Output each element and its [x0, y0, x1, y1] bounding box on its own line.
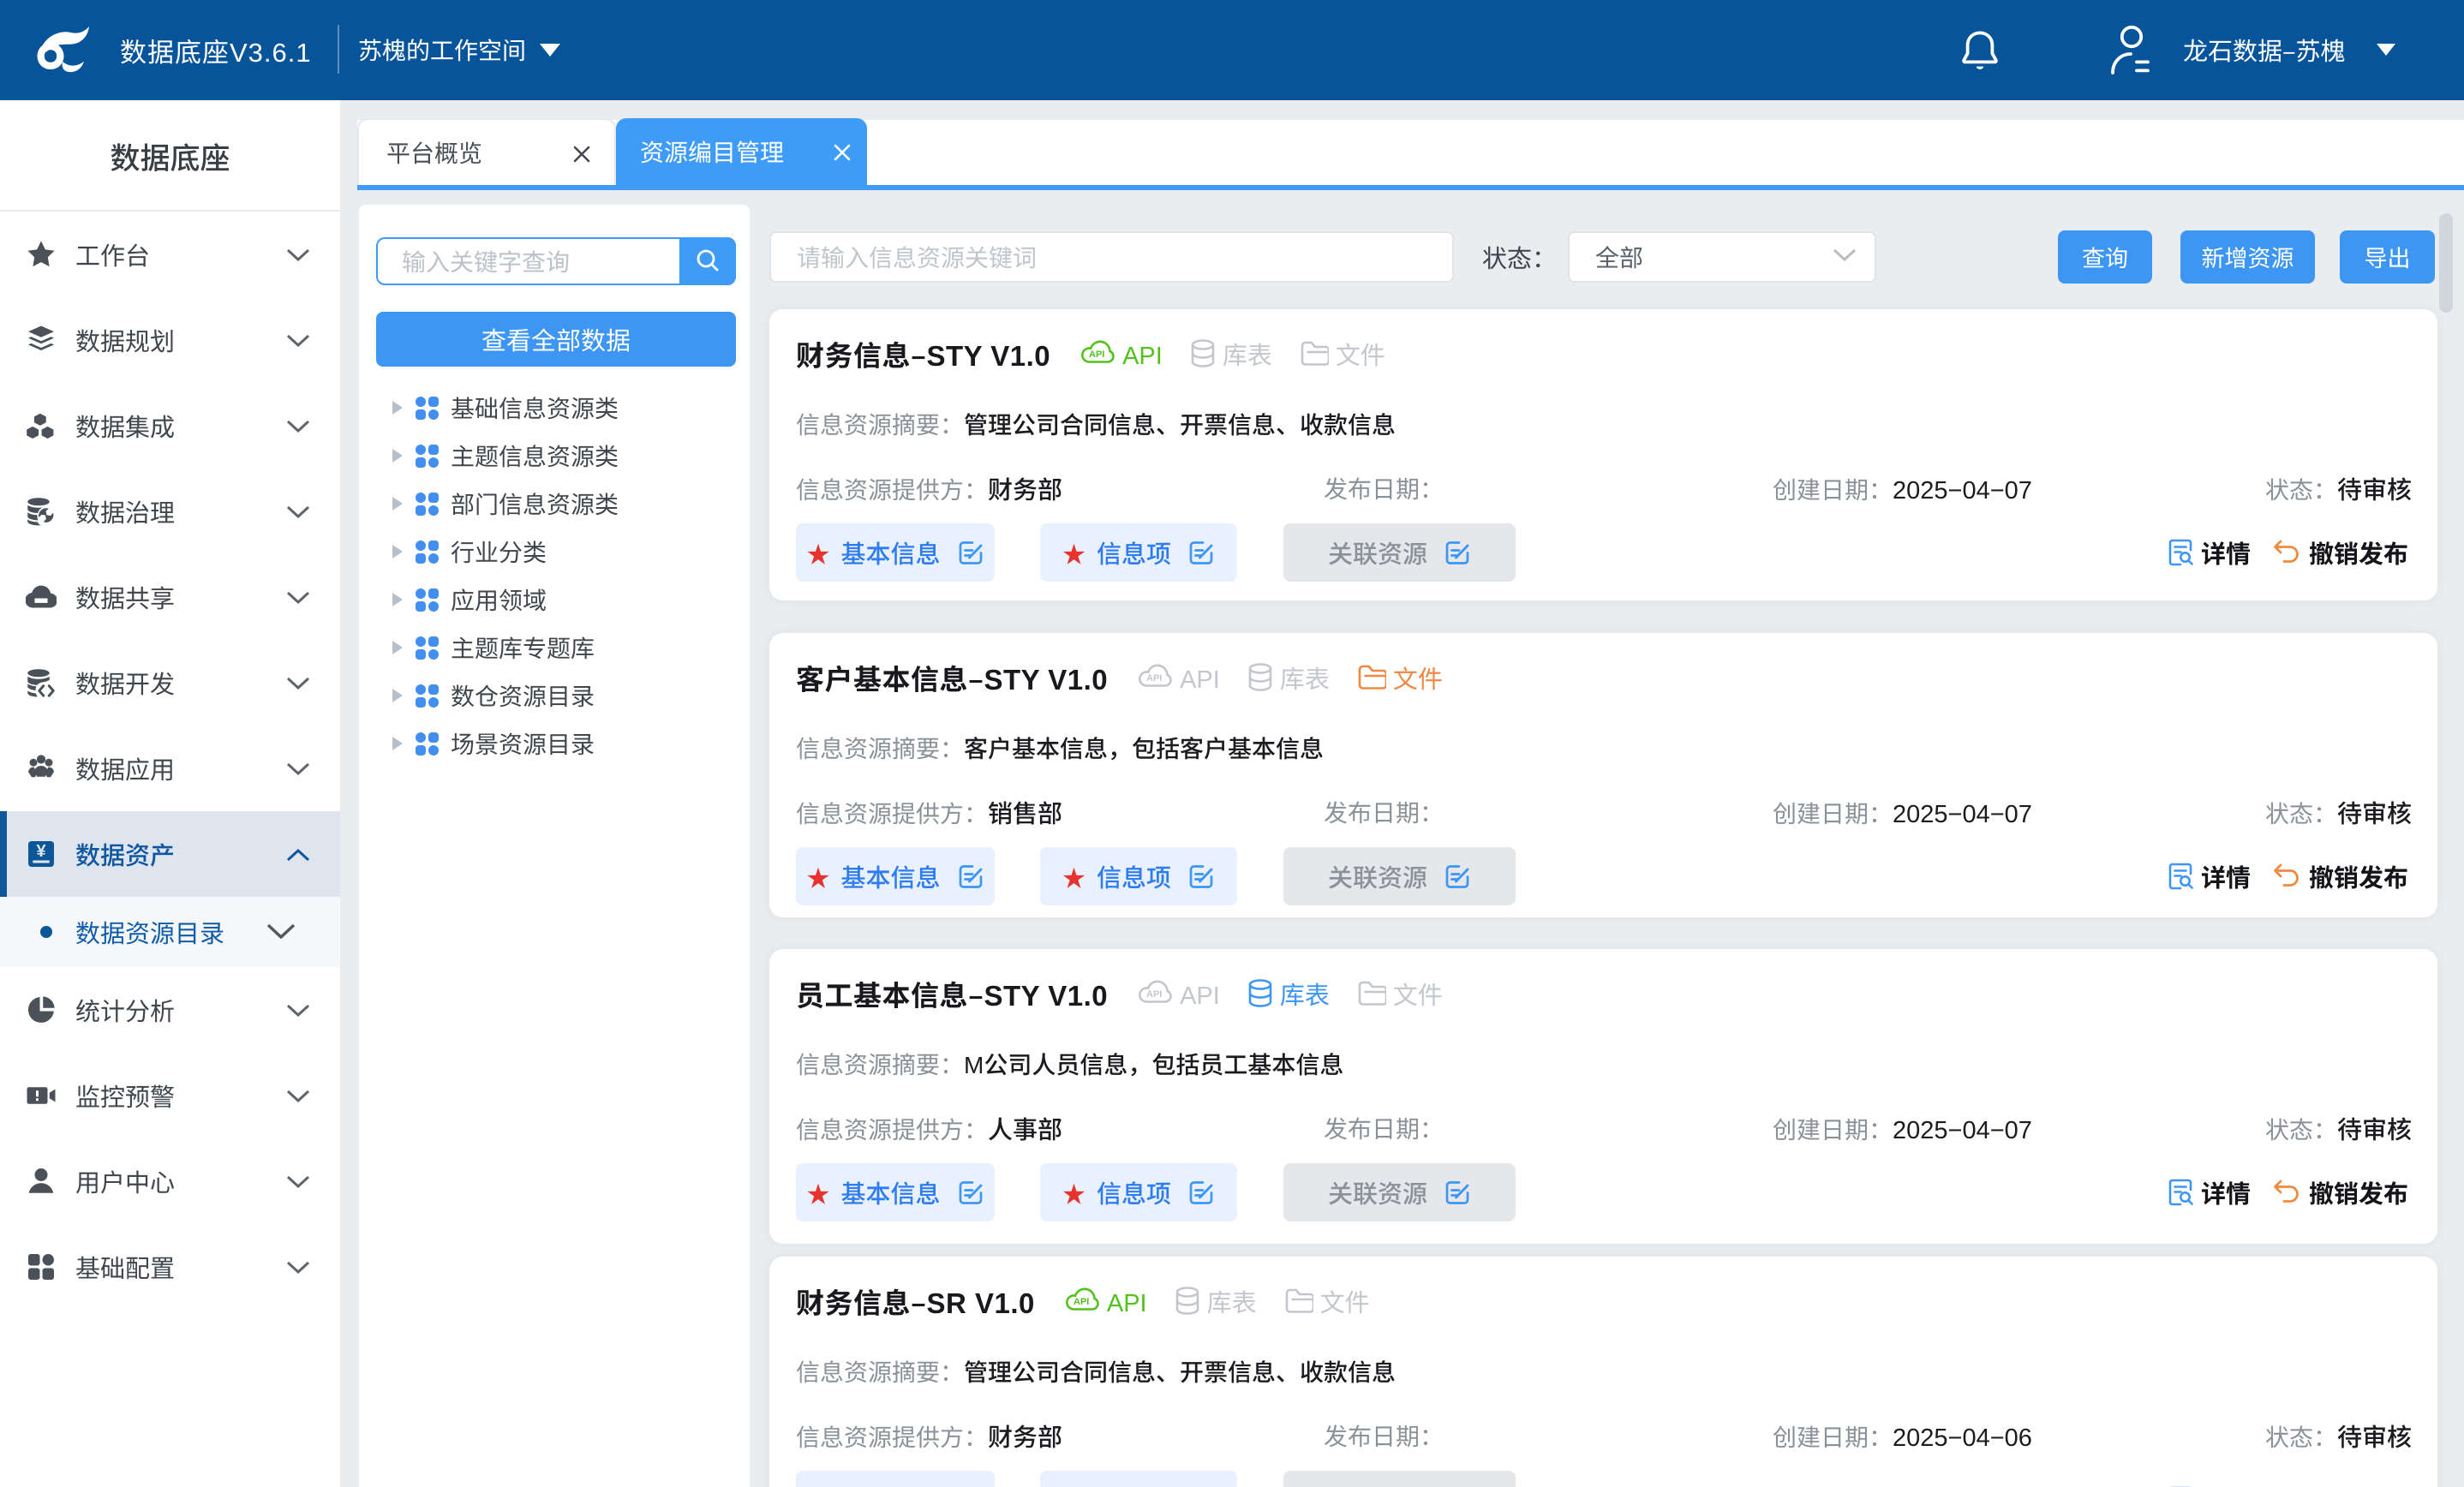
svg-text:API: API	[1089, 349, 1104, 360]
svg-text:¥: ¥	[36, 842, 46, 861]
svg-text:API: API	[1146, 673, 1162, 684]
svg-text:API: API	[1074, 1297, 1089, 1307]
svg-text:API: API	[1146, 989, 1162, 1000]
